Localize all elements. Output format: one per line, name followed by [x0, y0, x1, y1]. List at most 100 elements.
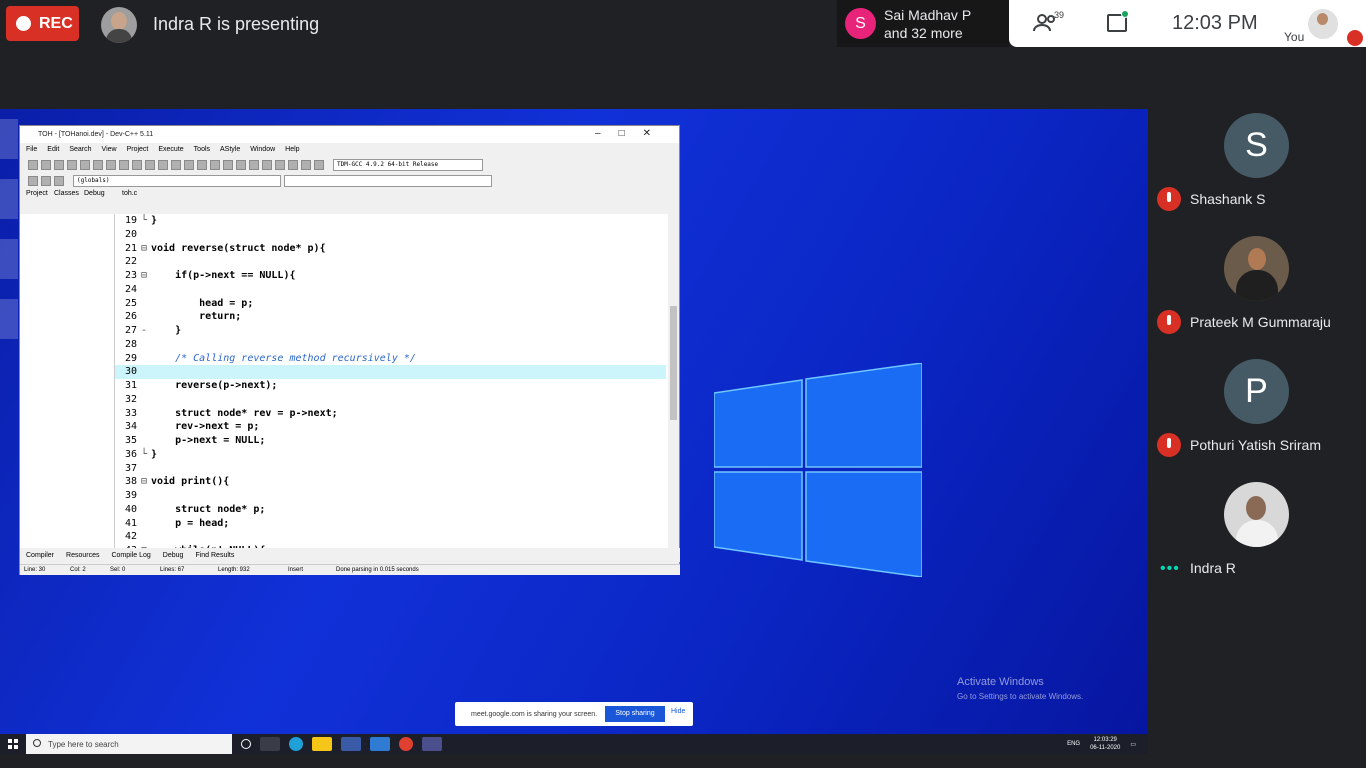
toggle-bookmark-icon[interactable]: [54, 176, 64, 186]
code-line[interactable]: 22: [115, 255, 666, 269]
code-line[interactable]: 39: [115, 489, 666, 503]
file-explorer-icon[interactable]: [312, 737, 332, 751]
tab-compiler[interactable]: Compiler: [26, 552, 54, 559]
project-panel[interactable]: [20, 214, 115, 548]
undo-icon[interactable]: [106, 159, 116, 170]
rebuild-icon[interactable]: [262, 159, 272, 170]
save-icon[interactable]: [54, 159, 64, 170]
compiler-select[interactable]: TDM-GCC 4.9.2 64-bit Release: [333, 158, 483, 171]
mail-icon[interactable]: [370, 737, 390, 751]
menu-search[interactable]: Search: [69, 146, 91, 153]
fold-marker[interactable]: -: [137, 324, 151, 338]
menu-tools[interactable]: Tools: [194, 146, 210, 153]
new-file-icon[interactable]: [28, 159, 38, 170]
class-browser-icon[interactable]: [28, 176, 38, 186]
chart-icon[interactable]: [301, 159, 311, 170]
other-participants-chip[interactable]: S Sai Madhav P and 32 more: [837, 0, 1009, 47]
fold-marker[interactable]: ⊟: [137, 475, 151, 489]
tab-compile-log[interactable]: Compile Log: [111, 552, 150, 559]
fold-marker[interactable]: ⊟: [137, 242, 151, 256]
tab-debug-bottom[interactable]: Debug: [163, 552, 184, 559]
stop-sharing-button[interactable]: Stop sharing: [605, 706, 665, 722]
tab-debug[interactable]: Debug: [84, 190, 105, 197]
menu-file[interactable]: File: [26, 146, 37, 153]
participant-tile[interactable]: Prateek M Gummaraju: [1148, 219, 1366, 342]
devcpp-titlebar[interactable]: TOH - [TOHanoi.dev] - Dev-C++ 5.11 –□✕: [20, 126, 679, 143]
menu-project[interactable]: Project: [127, 146, 149, 153]
code-line[interactable]: 32: [115, 393, 666, 407]
compile-icon[interactable]: [223, 159, 233, 170]
menu-help[interactable]: Help: [285, 146, 299, 153]
tray-clock[interactable]: 12:03:29 06-11-2020: [1090, 736, 1120, 752]
run-icon[interactable]: [236, 159, 246, 170]
close-file-icon[interactable]: [80, 159, 90, 170]
desktop-icon[interactable]: [0, 119, 18, 159]
tab-classes[interactable]: Classes: [54, 190, 79, 197]
code-line[interactable]: 20: [115, 228, 666, 242]
notification-icon[interactable]: ▭: [1130, 741, 1136, 748]
compile-run-icon[interactable]: [249, 159, 259, 170]
task-view-icon[interactable]: [260, 737, 280, 751]
code-editor[interactable]: 19 └} 20 21 ⊟ void reverse(struct node* p){22…: [115, 214, 679, 548]
check-icon[interactable]: [275, 159, 285, 170]
unindent-icon[interactable]: [171, 159, 181, 170]
participant-tile[interactable]: S Shashank S: [1148, 96, 1366, 219]
debug-icon[interactable]: [314, 159, 324, 170]
code-line[interactable]: 33 struct node* rev = p->next;: [115, 407, 666, 421]
code-line[interactable]: 38 ⊟ void print(){: [115, 475, 666, 489]
bookmark-icon[interactable]: [210, 159, 220, 170]
taskbar-search[interactable]: Type here to search: [26, 734, 232, 754]
tab-project[interactable]: Project: [26, 190, 48, 197]
menu-window[interactable]: Window: [250, 146, 275, 153]
code-line[interactable]: 35 p->next = NULL;: [115, 434, 666, 448]
window-controls[interactable]: –□✕: [595, 128, 669, 139]
menu-astyle[interactable]: AStyle: [220, 146, 240, 153]
scroll-thumb[interactable]: [670, 306, 677, 420]
code-line[interactable]: 27- }: [115, 324, 666, 338]
self-avatar[interactable]: [1308, 9, 1338, 39]
redo-icon[interactable]: [119, 159, 129, 170]
fold-marker[interactable]: └: [137, 214, 151, 228]
code-line[interactable]: 25 head = p;: [115, 297, 666, 311]
code-line[interactable]: 31 reverse(p->next);: [115, 379, 666, 393]
chrome-icon[interactable]: [399, 737, 413, 751]
tray-lang[interactable]: ENG: [1067, 741, 1080, 747]
tab-resources[interactable]: Resources: [66, 552, 99, 559]
store-icon[interactable]: [341, 737, 361, 751]
scope-select[interactable]: (globals): [73, 175, 281, 187]
stop-icon[interactable]: [288, 159, 298, 170]
save-all-icon[interactable]: [67, 159, 77, 170]
code-line[interactable]: 19 └}: [115, 214, 666, 228]
desktop-icon[interactable]: [0, 179, 18, 219]
code-line[interactable]: 41 p = head;: [115, 517, 666, 531]
code-line[interactable]: 40 struct node* p;: [115, 503, 666, 517]
cortana-icon[interactable]: [241, 739, 251, 749]
code-line[interactable]: 36 └}: [115, 448, 666, 462]
start-button[interactable]: [0, 734, 26, 754]
menu-edit[interactable]: Edit: [47, 146, 59, 153]
edge-icon[interactable]: [289, 737, 303, 751]
code-line[interactable]: 29 /* Calling reverse method recursively…: [115, 352, 666, 366]
fold-marker[interactable]: ⊟: [137, 269, 151, 283]
forward-icon[interactable]: [197, 159, 207, 170]
find-icon[interactable]: [132, 159, 142, 170]
code-line[interactable]: 30: [115, 365, 666, 380]
code-line[interactable]: 26 return;: [115, 310, 666, 324]
hide-button[interactable]: Hide: [671, 708, 685, 715]
devcpp-taskbar-icon[interactable]: [422, 737, 442, 751]
desktop-icon[interactable]: [0, 299, 18, 339]
fold-marker[interactable]: └: [137, 448, 151, 462]
code-line[interactable]: 21 ⊟ void reverse(struct node* p){: [115, 242, 666, 256]
tab-find-results[interactable]: Find Results: [195, 552, 234, 559]
member-select[interactable]: [284, 175, 492, 187]
open-icon[interactable]: [41, 159, 51, 170]
participant-tile[interactable]: ••• Indra R: [1148, 465, 1366, 588]
code-line[interactable]: 23 ⊟ if(p->next == NULL){: [115, 269, 666, 283]
insert-icon[interactable]: [41, 176, 51, 186]
editor-scrollbar[interactable]: [668, 214, 679, 548]
code-line[interactable]: 24: [115, 283, 666, 297]
participant-tile[interactable]: P Pothuri Yatish Sriram: [1148, 342, 1366, 465]
desktop-icon[interactable]: [0, 239, 18, 279]
print-icon[interactable]: [93, 159, 103, 170]
tab-file[interactable]: toh.c: [122, 190, 137, 197]
